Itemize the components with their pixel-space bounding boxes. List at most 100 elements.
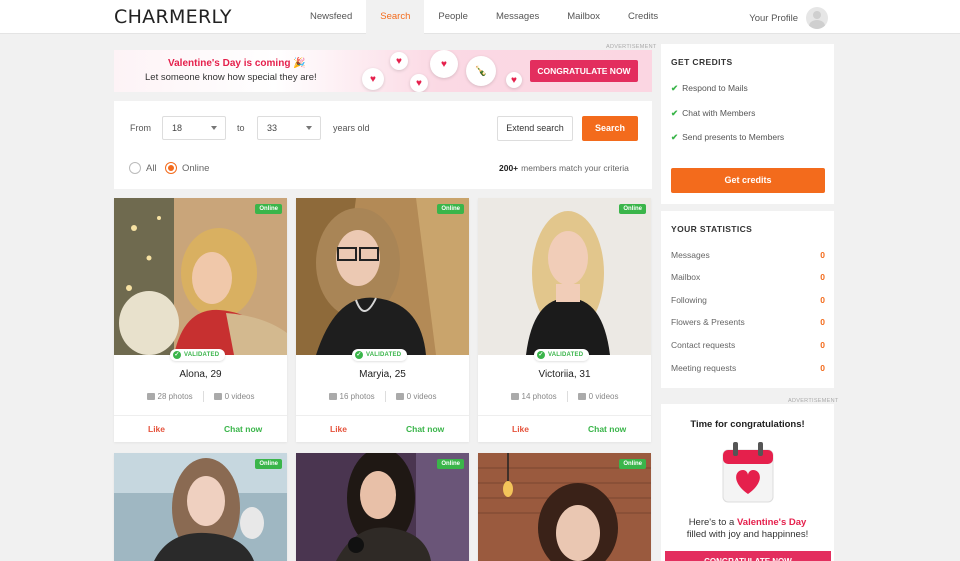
stat-row-meeting-requests[interactable]: Meeting requests 0 [671,363,825,373]
check-icon: ✔ [671,132,679,142]
credit-benefit-label: Send presents to Members [682,132,785,142]
nav-credits[interactable]: Credits [614,0,672,34]
search-button[interactable]: Search [582,116,638,141]
photos-icon [328,393,337,400]
stat-value: 0 [820,317,825,327]
stat-row-mailbox[interactable]: Mailbox 0 [671,272,825,282]
check-icon: ✓ [355,351,363,359]
photo-count: 16 photos [339,392,375,401]
get-credits-panel: GET CREDITS ✔ Respond to Mails ✔ Chat with… [661,44,834,204]
nav-search[interactable]: Search [366,0,425,34]
chat-now-button[interactable]: Chat now [406,424,444,434]
valentine-banner[interactable]: Valentine's Day is coming 🎉 Let someone … [114,50,652,92]
stat-value: 0 [820,340,825,350]
check-icon: ✓ [173,351,181,359]
credit-benefit-label: Respond to Mails [682,83,748,93]
profile-card[interactable]: Online ✓ VALIDATED Alona, 29 28 photos 0 … [114,198,287,442]
stat-value: 0 [820,295,825,305]
stat-label: Contact requests [671,340,736,350]
check-icon: ✔ [671,108,679,118]
banner-title: Valentine's Day is coming 🎉 [168,58,306,69]
promo-text-post: filled with joy and happinnes! [686,529,809,540]
age-from-value: 18 [172,123,183,133]
radio-online-label[interactable]: Online [182,163,209,174]
card-actions: Like Chat now [296,415,469,442]
check-icon: ✔ [671,83,679,93]
video-count: 0 videos [406,392,437,401]
top-navigation-bar: CHARMERLY Newsfeed Search People Message… [0,0,960,34]
radio-all-label[interactable]: All [146,163,157,174]
stat-value: 0 [820,272,825,282]
promo-congratulate-button[interactable]: CONGRATULATE NOW [665,551,831,561]
like-button[interactable]: Like [148,424,165,434]
profile-photo[interactable] [296,198,469,355]
chat-now-button[interactable]: Chat now [588,424,626,434]
validated-badge: ✓ VALIDATED [534,349,590,361]
profile-name[interactable]: Victoriia, 31 [478,369,651,380]
photo-count: 14 photos [521,392,557,401]
nav-people[interactable]: People [424,0,482,34]
congratulate-now-button[interactable]: CONGRATULATE NOW [530,60,638,82]
profile-photo[interactable] [114,453,287,561]
like-button[interactable]: Like [512,424,529,434]
nav-newsfeed[interactable]: Newsfeed [296,0,366,34]
stat-value: 0 [820,363,825,373]
panel-title: GET CREDITS [671,57,733,67]
extend-search-button[interactable]: Extend search [497,116,573,141]
radio-all[interactable] [129,162,141,174]
age-from-select[interactable]: 18 [162,116,226,140]
profile-card[interactable]: Online [114,453,287,561]
age-to-select[interactable]: 33 [257,116,321,140]
check-icon: ✓ [537,351,545,359]
statistics-panel: YOUR STATISTICS Messages 0 Mailbox 0 Follo… [661,211,834,388]
nav-messages[interactable]: Messages [482,0,553,34]
like-button[interactable]: Like [330,424,347,434]
nav-mailbox[interactable]: Mailbox [553,0,614,34]
profile-photo[interactable] [114,198,287,355]
gift-icon: ♥ [362,68,384,90]
search-filter-panel: From 18 to 33 years old Extend search Se… [114,101,652,189]
stat-label: Mailbox [671,272,701,282]
radio-online[interactable] [165,162,177,174]
stat-row-messages[interactable]: Messages 0 [671,250,825,260]
profile-card[interactable]: Online [296,453,469,561]
chat-now-button[interactable]: Chat now [224,424,262,434]
valentine-promo[interactable]: Time for congratulations! Here's to a Va… [661,404,834,561]
online-badge: Online [437,204,464,214]
stat-row-following[interactable]: Following 0 [671,295,825,305]
online-badge: Online [437,459,464,469]
stat-row-flowers-presents[interactable]: Flowers & Presents 0 [671,317,825,327]
profile-name[interactable]: Maryia, 25 [296,369,469,380]
credit-benefit-item: ✔ Chat with Members [671,108,755,119]
promo-text: Here's to a Valentine's Day filled with … [661,517,834,541]
profile-card[interactable]: Online ✓ VALIDATED Victoriia, 31 14 photo… [478,198,651,442]
profile-photo[interactable] [296,453,469,561]
heart-icon: ♥ [430,50,458,78]
avatar-icon [806,7,828,29]
main-nav: Newsfeed Search People Messages Mailbox … [296,0,672,34]
banner-subtitle: Let someone know how special they are! [145,72,317,83]
profile-photo[interactable] [478,198,651,355]
online-badge: Online [619,459,646,469]
profile-label: Your Profile [749,12,798,24]
divider [202,391,204,402]
panel-title: YOUR STATISTICS [671,224,753,234]
validated-label: VALIDATED [548,352,584,358]
stat-label: Flowers & Presents [671,317,745,327]
stat-row-contact-requests[interactable]: Contact requests 0 [671,340,825,350]
profile-card[interactable]: Online ✓ VALIDATED Maryia, 25 16 photos 0… [296,198,469,442]
photo-count: 28 photos [157,392,193,401]
site-logo[interactable]: CHARMERLY [114,6,232,28]
perfume-icon: ♥ [390,52,408,70]
get-credits-button[interactable]: Get credits [671,168,825,193]
match-count-text: 200+ members match your criteria [499,163,629,173]
validated-badge: ✓ VALIDATED [170,349,226,361]
profile-menu[interactable]: Your Profile [749,7,828,29]
credit-benefit-item: ✔ Send presents to Members [671,132,784,143]
profile-card[interactable]: Online [478,453,651,561]
profile-photo[interactable] [478,453,651,561]
credit-benefit-item: ✔ Respond to Mails [671,83,748,94]
profile-name[interactable]: Alona, 29 [114,369,287,380]
validated-label: VALIDATED [184,352,220,358]
to-label: to [237,123,245,133]
